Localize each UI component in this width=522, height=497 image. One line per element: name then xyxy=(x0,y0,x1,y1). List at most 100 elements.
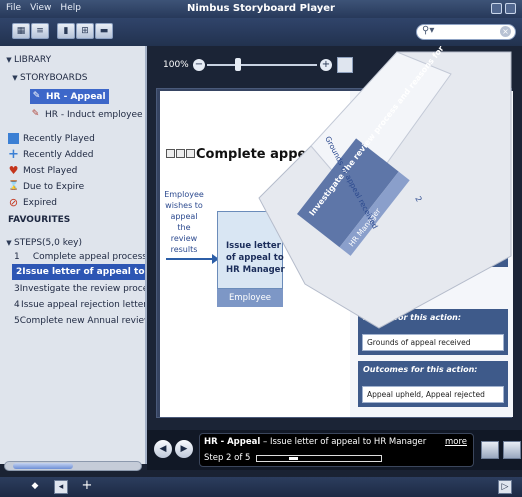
step-item-4[interactable]: 4 Issue appeal rejection letter xyxy=(12,297,147,312)
scrollbar-thumb[interactable] xyxy=(13,463,73,469)
step-info-panel: HR - Appeal – Issue letter of appeal to … xyxy=(199,433,474,467)
search-input[interactable]: ⚲▾ × xyxy=(416,24,516,40)
back-button[interactable]: ◂ xyxy=(54,480,68,494)
step-title: HR - Appeal – Issue letter of appeal to … xyxy=(204,437,426,447)
toolbar: ▦ ≡ ▮ ⊞ ▬ ⚲▾ × xyxy=(0,18,522,46)
storyboard-item-hr-appeal[interactable]: ✎ HR - Appeal xyxy=(30,89,109,104)
previous-step-button[interactable]: ◀ xyxy=(154,440,172,458)
play-icon: ▷ xyxy=(501,482,509,492)
export-button[interactable] xyxy=(503,441,521,459)
diamond-button[interactable]: ◆ xyxy=(28,480,42,494)
mini-nav xyxy=(166,149,195,158)
heart-icon: ♥ xyxy=(8,164,19,177)
step-separator: – xyxy=(260,437,270,447)
storyboards-header[interactable]: ▼ STORYBOARDS xyxy=(10,70,87,85)
mini-nav-button[interactable] xyxy=(186,149,195,158)
page-heading: Complete appeal xyxy=(196,147,320,162)
step-counter: Step 2 of 5 xyxy=(204,453,251,463)
slide-view-button[interactable]: ▬ xyxy=(95,23,113,39)
play-button[interactable]: ▷ xyxy=(498,480,512,494)
list-icon: ≡ xyxy=(36,26,44,36)
slide-icon: ▬ xyxy=(99,26,109,36)
library-header[interactable]: ▼ LIBRARY xyxy=(4,52,51,67)
step-item-3[interactable]: 3 Investigate the review process xyxy=(12,281,147,296)
next-step-button[interactable]: ▶ xyxy=(175,440,193,458)
filter-label: Recently Added xyxy=(23,149,94,160)
filter-recently-played[interactable]: Recently Played xyxy=(8,131,95,146)
step-item-1[interactable]: 1 Complete appeal process xyxy=(12,249,147,264)
outcomes-value: Appeal upheld, Appeal rejected xyxy=(362,386,504,403)
filter-due-to-expire[interactable]: ⌛ Due to Expire xyxy=(8,179,84,194)
book-icon: ▮ xyxy=(63,26,69,36)
filter-label: Due to Expire xyxy=(23,181,85,192)
plus-icon: + xyxy=(8,147,19,162)
mini-nav-button[interactable] xyxy=(166,149,175,158)
list-view-button[interactable]: ≡ xyxy=(31,23,49,39)
mini-nav-button[interactable] xyxy=(176,149,185,158)
no-entry-icon: ⊘ xyxy=(8,196,19,209)
step-label: Issue appeal rejection letter xyxy=(21,299,147,310)
zoom-slider-track[interactable] xyxy=(207,64,317,66)
back-icon: ◂ xyxy=(58,482,64,492)
window-title: Nimbus Storyboard Player xyxy=(186,3,335,14)
filter-label: Expired xyxy=(23,197,57,208)
clear-search-icon[interactable]: × xyxy=(500,26,511,37)
zoom-level: 100% xyxy=(163,60,189,70)
recently-played-icon xyxy=(8,133,19,144)
storyboard-icon: ✎ xyxy=(31,109,40,119)
favourites-header[interactable]: FAVOURITES xyxy=(8,212,70,227)
storyboard-item-hr-induct[interactable]: ✎ HR - Induct employee xyxy=(30,107,143,122)
filter-most-played[interactable]: ♥ Most Played xyxy=(8,163,78,178)
step-item-5[interactable]: 5 Complete new Annual review xyxy=(12,313,147,328)
action-box[interactable]: Issue letter of appeal to HR Manager xyxy=(217,211,285,289)
book-view-button[interactable]: ▮ xyxy=(57,23,75,39)
step-label: Complete new Annual review xyxy=(19,315,147,326)
library-label: LIBRARY xyxy=(14,54,52,65)
collapse-triangle-icon: ▼ xyxy=(12,73,18,82)
step-item-2[interactable]: 2 Issue letter of appeal to HR Manager xyxy=(12,264,145,280)
right-panel-1: Tr xyxy=(358,99,508,141)
bottom-bar: ◆ ◂ + ▷ xyxy=(0,477,522,497)
zoom-in-button[interactable]: + xyxy=(320,59,332,71)
zoom-control: 100% − + xyxy=(155,54,355,76)
outcomes-title: Outcomes for this action: xyxy=(363,365,478,374)
minimize-button[interactable] xyxy=(491,3,502,14)
filter-expired[interactable]: ⊘ Expired xyxy=(8,195,57,210)
grid-view-button[interactable]: ▦ xyxy=(12,23,30,39)
step-progress-fill xyxy=(289,457,298,460)
step-number: 2 xyxy=(16,267,23,277)
panel-value: process and reasons xyxy=(362,170,504,187)
right-panel-4 xyxy=(358,235,508,267)
more-link[interactable]: more xyxy=(445,437,467,447)
fit-to-window-button[interactable] xyxy=(337,57,353,73)
right-page: Tr process and reasons Inputs for this a… xyxy=(350,91,513,417)
steps-header[interactable]: ▼ STEPS(5,0 key) xyxy=(4,235,82,250)
arrow-left-icon: ◀ xyxy=(159,444,167,454)
panel-title: Tr xyxy=(363,103,372,112)
add-button[interactable]: + xyxy=(80,479,94,494)
role-label: Employee xyxy=(217,289,283,307)
sidebar: ▼ LIBRARY ▼ STORYBOARDS ✎ HR - Appeal ✎ … xyxy=(0,46,147,464)
step-number: 4 xyxy=(14,299,20,310)
filter-recently-added[interactable]: + Recently Added xyxy=(8,147,93,162)
step-storyboard-name: HR - Appeal xyxy=(204,437,261,447)
inputs-title: Inputs for this action: xyxy=(363,313,462,322)
collapse-triangle-icon: ▼ xyxy=(6,238,12,247)
step-label: Investigate the review process xyxy=(19,283,147,294)
filter-label: Most Played xyxy=(23,165,78,176)
window-controls xyxy=(491,3,516,14)
storyboard-icon: ✎ xyxy=(32,91,41,101)
flow-view-button[interactable]: ⊞ xyxy=(76,23,94,39)
zoom-slider-thumb[interactable] xyxy=(235,58,241,71)
arrow-right-icon: ▶ xyxy=(180,444,188,454)
step-label: Complete appeal process xyxy=(32,251,147,262)
action-text: Issue letter of appeal to HR Manager xyxy=(226,241,285,275)
sidebar-horizontal-scrollbar[interactable] xyxy=(4,461,142,471)
zoom-out-button[interactable]: − xyxy=(193,59,205,71)
storyboard-label: HR - Induct employee xyxy=(45,109,143,120)
step-progress-bar[interactable] xyxy=(256,455,382,462)
print-button[interactable] xyxy=(481,441,499,459)
step-number: 3 xyxy=(14,283,20,294)
maximize-button[interactable] xyxy=(505,3,516,14)
left-page: Complete appeal Employee wishes to appea… xyxy=(160,91,350,417)
